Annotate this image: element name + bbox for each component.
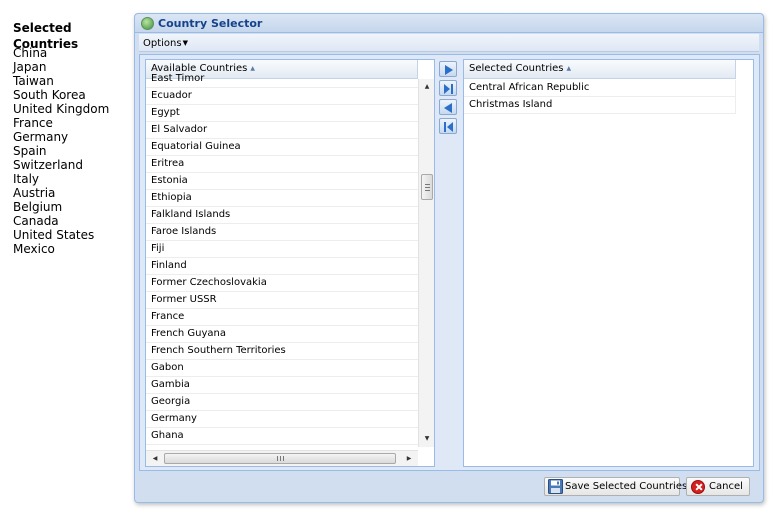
table-row[interactable]: Faroe Islands [146,224,418,241]
selected-rows: Central African Republic Christmas Islan… [464,80,736,114]
save-disk-icon [548,479,563,494]
grip-line [280,456,281,461]
move-right-button[interactable] [439,61,457,77]
list-item: Taiwan [13,74,54,88]
globe-icon [141,17,154,30]
options-menu[interactable]: Options▼ [143,37,188,50]
selected-countries-title: Selected Countries [13,21,79,51]
table-row[interactable]: Egypt [146,105,418,122]
move-buttons [439,61,459,137]
grip-line [425,190,430,191]
chevron-down-icon: ▼ [182,39,188,47]
move-left-button[interactable] [439,99,457,115]
list-item: Switzerland [13,158,83,172]
table-row[interactable]: Ethiopia [146,190,418,207]
list-item: South Korea [13,88,86,102]
grip-line [277,456,278,461]
available-countries-grid: Available Countries ▲ East Timor Ecuador … [145,59,435,467]
table-row[interactable]: Gabon [146,360,418,377]
list-item: France [13,116,53,130]
move-all-right-button[interactable] [439,80,457,96]
sort-ascending-icon: ▲ [566,65,572,72]
table-row[interactable]: Ghana [146,428,418,445]
arrow-left-icon [444,103,452,113]
country-selector-window: Country Selector Options▼ Available Coun… [134,13,764,503]
list-item: Canada [13,214,59,228]
scroll-left-icon[interactable]: ◀ [148,451,162,466]
list-item: United Kingdom [13,102,110,116]
table-row[interactable]: East Timor [146,71,418,88]
cancel-x-icon [691,480,705,494]
window-header[interactable]: Country Selector [135,14,763,33]
save-button-label: Save Selected Countries [565,481,688,492]
cancel-button[interactable]: Cancel [686,477,750,496]
table-row[interactable]: French Guyana [146,326,418,343]
horizontal-scroll-thumb[interactable] [164,453,396,464]
list-item: Mexico [13,242,55,256]
list-item: Austria [13,186,56,200]
list-item: Belgium [13,200,63,214]
vertical-scrollbar[interactable]: ▲ ▼ [418,79,434,447]
selected-countries-grid: Selected Countries ▲ Central African Repu… [463,59,754,467]
grip-line [283,456,284,461]
table-row[interactable]: Finland [146,258,418,275]
table-row[interactable]: Ecuador [146,88,418,105]
selector-content: Available Countries ▲ East Timor Ecuador … [139,54,760,471]
table-row[interactable]: Germany [146,411,418,428]
table-row[interactable]: Falkland Islands [146,207,418,224]
grip-line [425,184,430,185]
scroll-thumb[interactable] [421,174,433,200]
scroll-down-icon[interactable]: ▼ [419,431,434,447]
list-item: Germany [13,130,69,144]
table-row[interactable]: Fiji [146,241,418,258]
list-item: Spain [13,144,47,158]
horizontal-scrollbar[interactable]: ◀ ▶ [146,450,418,466]
cancel-button-label: Cancel [709,481,743,492]
arrow-first-icon [444,122,453,132]
table-row[interactable]: Central African Republic [464,80,736,97]
column-header-label: Selected Countries [469,63,564,74]
table-row[interactable]: French Southern Territories [146,343,418,360]
table-row[interactable]: El Salvador [146,122,418,139]
table-row[interactable]: Christmas Island [464,97,736,114]
table-row[interactable]: Former Czechoslovakia [146,275,418,292]
table-row[interactable]: Estonia [146,173,418,190]
menu-bar: Options▼ [139,34,759,52]
selected-countries-panel: Selected Countries China Japan Taiwan So… [13,20,128,256]
arrow-right-icon [445,65,453,75]
list-item: Japan [13,60,47,74]
table-row[interactable]: Former USSR [146,292,418,309]
move-all-left-button[interactable] [439,118,457,134]
grip-line [425,187,430,188]
list-item: United States [13,228,95,242]
table-row[interactable]: Eritrea [146,156,418,173]
scroll-right-icon[interactable]: ▶ [402,451,416,466]
list-item: Italy [13,172,40,186]
table-row[interactable]: France [146,309,418,326]
save-selected-countries-button[interactable]: Save Selected Countries [544,477,687,496]
selected-countries-list: China Japan Taiwan South Korea United Ki… [13,46,128,256]
arrow-last-icon [444,84,453,94]
table-row[interactable]: Equatorial Guinea [146,139,418,156]
table-row[interactable]: Georgia [146,394,418,411]
table-row[interactable]: Gambia [146,377,418,394]
options-menu-label: Options [143,38,182,49]
scroll-up-icon[interactable]: ▲ [419,79,434,95]
selected-countries-header[interactable]: Selected Countries ▲ [464,60,736,79]
window-title: Country Selector [158,17,263,30]
available-rows: East Timor Ecuador Egypt El Salvador Equ… [146,71,418,445]
